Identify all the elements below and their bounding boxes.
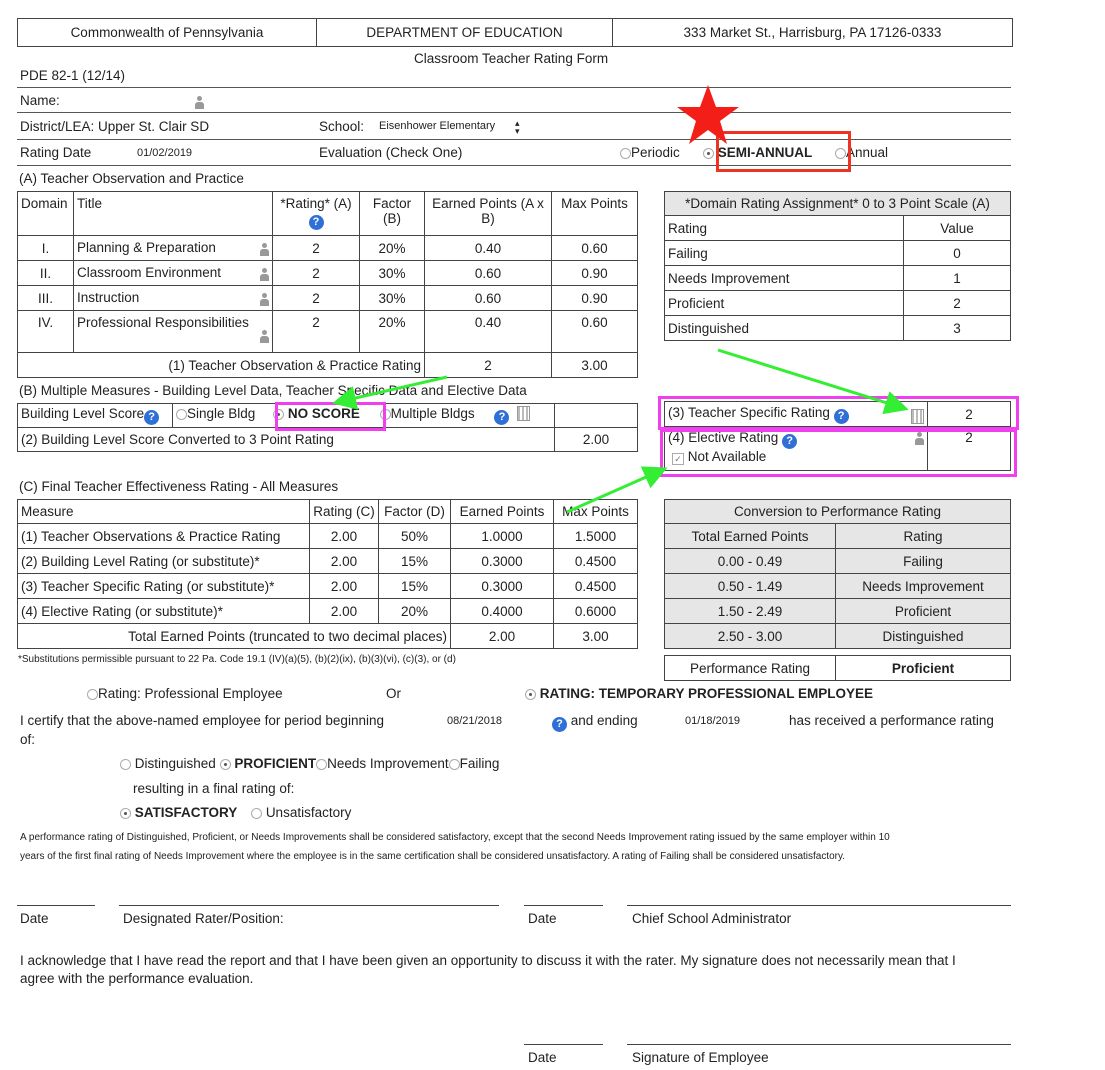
- annotation-arrows: [332, 348, 909, 514]
- arrow-to-no-score: [332, 375, 448, 410]
- arrow-to-teacher-specific: [717, 348, 909, 415]
- arrow-to-elective: [566, 466, 668, 514]
